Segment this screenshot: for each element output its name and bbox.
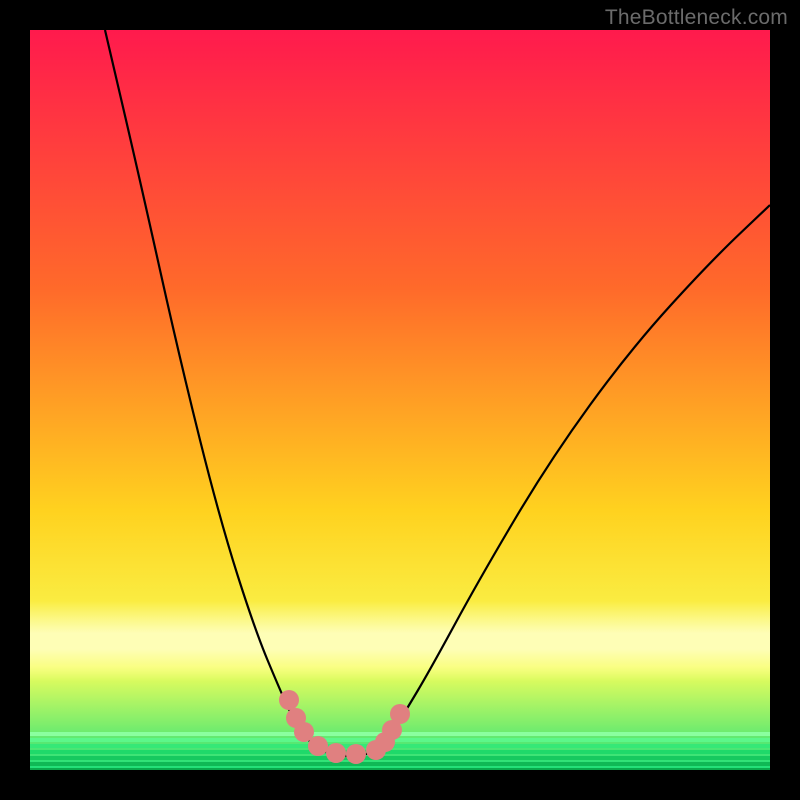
marker-dots <box>279 690 410 764</box>
plot-area <box>30 30 770 770</box>
marker-dot <box>279 690 299 710</box>
marker-dot <box>390 704 410 724</box>
bottleneck-curve <box>30 30 770 770</box>
curve-path <box>105 30 770 756</box>
marker-dot <box>308 736 328 756</box>
marker-dot <box>326 743 346 763</box>
watermark-text: TheBottleneck.com <box>605 6 788 30</box>
marker-dot <box>346 744 366 764</box>
